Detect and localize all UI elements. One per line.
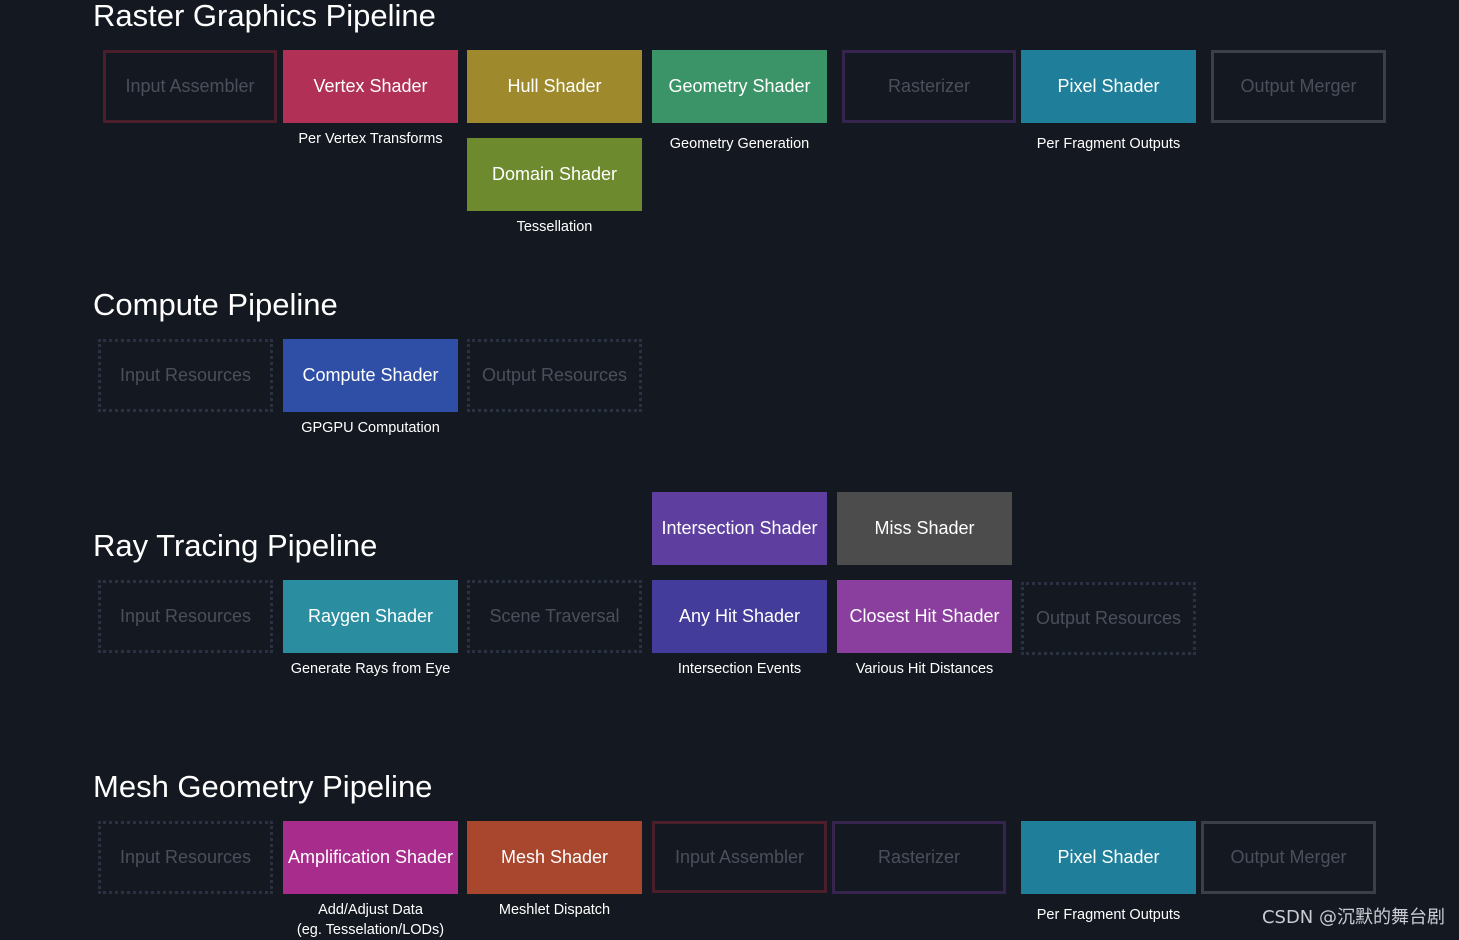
compute-input-resources: Input Resources xyxy=(98,339,273,412)
geometry-shader-caption: Geometry Generation xyxy=(669,136,810,152)
raster-pixel-shader: Pixel Shader xyxy=(1021,50,1196,123)
compute-shader: Compute Shader xyxy=(283,339,458,412)
mesh-pixel-shader: Pixel Shader xyxy=(1021,821,1196,894)
rt-input-resources: Input Resources xyxy=(98,580,273,653)
raster-vertex-shader: Vertex Shader xyxy=(283,50,458,123)
mesh-rasterizer: Rasterizer xyxy=(832,821,1006,894)
mesh-mesh-shader: Mesh Shader xyxy=(467,821,642,894)
raytracing-pipeline-title: Ray Tracing Pipeline xyxy=(93,528,378,563)
raster-domain-shader: Domain Shader xyxy=(467,138,642,211)
mesh-output-merger: Output Merger xyxy=(1201,821,1376,894)
mesh-input-resources: Input Resources xyxy=(98,821,273,894)
raster-pipeline-title: Raster Graphics Pipeline xyxy=(93,0,436,33)
rt-raygen-shader: Raygen Shader xyxy=(283,580,458,653)
raster-rasterizer: Rasterizer xyxy=(842,50,1016,123)
csdn-watermark: CSDN @沉默的舞台剧 xyxy=(1261,907,1445,928)
rt-scene-traversal: Scene Traversal xyxy=(467,580,642,653)
mesh-pipeline-title: Mesh Geometry Pipeline xyxy=(93,769,433,804)
mesh-pixel-shader-caption: Per Fragment Outputs xyxy=(1036,907,1181,923)
pixel-shader-caption: Per Fragment Outputs xyxy=(1036,136,1181,152)
amplification-shader-caption-1: Add/Adjust Data xyxy=(318,902,423,918)
compute-output-resources: Output Resources xyxy=(467,339,642,412)
raster-output-merger: Output Merger xyxy=(1211,50,1386,123)
raster-hull-shader: Hull Shader xyxy=(467,50,642,123)
compute-pipeline-title: Compute Pipeline xyxy=(93,287,338,322)
rt-intersection-shader: Intersection Shader xyxy=(652,492,827,565)
rt-miss-shader: Miss Shader xyxy=(837,492,1012,565)
rt-any-hit-shader: Any Hit Shader xyxy=(652,580,827,653)
rt-output-resources: Output Resources xyxy=(1021,582,1196,655)
closest-hit-shader-caption: Various Hit Distances xyxy=(855,661,994,677)
raster-geometry-shader: Geometry Shader xyxy=(652,50,827,123)
raster-input-assembler: Input Assembler xyxy=(103,50,277,123)
vertex-shader-caption: Per Vertex Transforms xyxy=(298,131,443,147)
rt-closest-hit-shader: Closest Hit Shader xyxy=(837,580,1012,653)
mesh-amplification-shader: Amplification Shader xyxy=(283,821,458,894)
mesh-input-assembler: Input Assembler xyxy=(652,821,827,893)
amplification-shader-caption-2: (eg. Tesselation/LODs) xyxy=(296,922,445,938)
compute-shader-caption: GPGPU Computation xyxy=(301,420,440,436)
raygen-shader-caption: Generate Rays from Eye xyxy=(290,661,451,677)
domain-shader-caption: Tessellation xyxy=(516,219,593,235)
any-hit-shader-caption: Intersection Events xyxy=(677,661,802,677)
mesh-shader-caption: Meshlet Dispatch xyxy=(498,902,611,918)
